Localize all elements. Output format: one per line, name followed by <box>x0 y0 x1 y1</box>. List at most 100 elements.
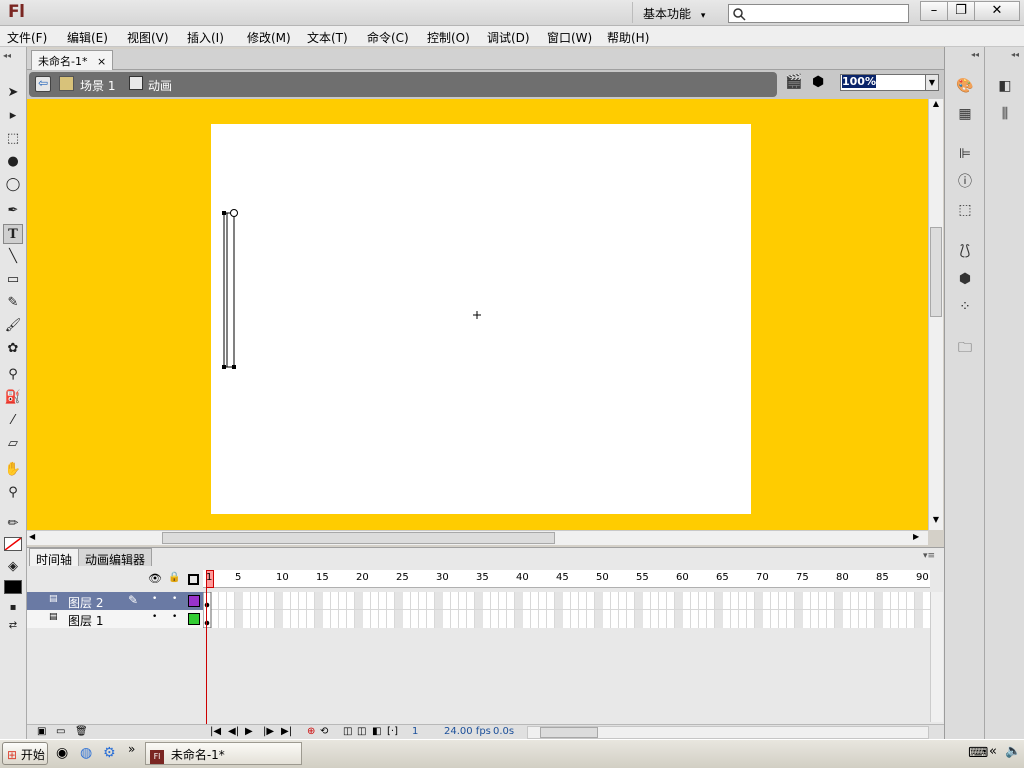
scroll-right-icon[interactable]: ▶ <box>913 532 925 544</box>
chrome-icon[interactable]: ◉ <box>56 745 68 761</box>
3d-rotation-icon[interactable]: ● <box>3 152 23 172</box>
visibility-dot[interactable]: • <box>152 612 157 622</box>
transform-icon[interactable]: ⬚ <box>954 199 976 221</box>
tab-timeline[interactable]: 时间轴 <box>29 548 80 567</box>
menu-file[interactable]: 文件(F) <box>7 29 47 46</box>
lock-dot[interactable]: • <box>172 612 177 622</box>
outline-all-icon[interactable] <box>188 574 199 585</box>
default-colors-icon[interactable]: ▪ <box>3 598 23 618</box>
browser-icon[interactable]: ◍ <box>80 745 92 761</box>
eyedropper-icon[interactable]: ⁄ <box>3 411 23 431</box>
swap-colors-icon[interactable]: ⇄ <box>3 616 23 636</box>
edit-symbols-icon[interactable]: ⬢ <box>812 74 832 94</box>
menu-insert[interactable]: 插入(I) <box>187 29 224 46</box>
timeline-scroll-thumb[interactable] <box>540 727 598 738</box>
paint-bucket-icon[interactable]: ⛽ <box>3 388 23 408</box>
taskbar-task-flash[interactable]: Fl 未命名-1* <box>145 742 302 765</box>
tab-motion-editor[interactable]: 动画编辑器 <box>78 548 153 567</box>
stroke-color-icon[interactable]: ✏ <box>3 514 23 534</box>
next-frame-icon[interactable]: |▶ <box>263 726 274 737</box>
scene-label[interactable]: 场景 1 <box>80 77 115 94</box>
menu-commands[interactable]: 命令(C) <box>367 29 409 46</box>
zoom-input[interactable]: 100% <box>840 74 926 91</box>
vertical-scroll-thumb[interactable] <box>930 227 942 317</box>
menu-view[interactable]: 视图(V) <box>127 29 169 46</box>
subselection-tool-icon[interactable]: ▸ <box>3 106 23 126</box>
minimize-button[interactable]: – <box>920 1 948 21</box>
library-icon[interactable]: 🗀 <box>954 337 976 359</box>
close-tab-icon[interactable]: × <box>97 55 106 68</box>
timeline-vertical-scrollbar[interactable] <box>930 592 943 722</box>
collapse-tools-icon[interactable]: ◂◂ <box>3 51 11 60</box>
free-transform-icon[interactable]: ⬚ <box>3 129 23 149</box>
stage-vertical-scrollbar[interactable]: ▲ ▼ <box>928 99 943 530</box>
zoom-dropdown-icon[interactable]: ▼ <box>925 74 939 91</box>
layer-row-1[interactable]: ▤ 图层 1 • • <box>27 610 203 628</box>
onion-skin-icon[interactable]: ◫ <box>343 726 352 737</box>
menu-edit[interactable]: 编辑(E) <box>67 29 108 46</box>
play-icon[interactable]: ▶ <box>245 726 253 737</box>
layer-name[interactable]: 图层 2 <box>68 594 103 611</box>
symbol-label[interactable]: 动画 <box>148 77 172 94</box>
layer-name[interactable]: 图层 1 <box>68 612 103 629</box>
collapse-dock-icon[interactable]: ◂◂ <box>1011 50 1019 59</box>
zoom-icon[interactable]: ⚲ <box>3 483 23 503</box>
layer-outline-color[interactable] <box>188 595 200 607</box>
show-hide-all-icon[interactable]: 👁 <box>148 572 162 585</box>
menu-modify[interactable]: 修改(M) <box>247 29 291 46</box>
frame-grid[interactable] <box>202 591 930 629</box>
menu-help[interactable]: 帮助(H) <box>607 29 649 46</box>
align-icon[interactable]: ⊫ <box>954 143 976 165</box>
tray-expand-icon[interactable]: « <box>989 744 997 759</box>
hand-icon[interactable]: ✋ <box>3 460 23 480</box>
motion-presets-icon[interactable]: ⁘ <box>954 296 976 318</box>
layer-row-2[interactable]: ▤ 图层 2 ✎ • • <box>27 592 203 610</box>
fill-color-swatch[interactable] <box>4 580 22 594</box>
swatches-icon[interactable]: ▦ <box>954 103 976 125</box>
help-search-input[interactable] <box>728 4 909 23</box>
last-frame-icon[interactable]: ▶| <box>281 726 292 737</box>
properties-icon[interactable]: ◧ <box>994 75 1016 97</box>
first-frame-icon[interactable]: |◀ <box>210 726 221 737</box>
new-layer-icon[interactable]: ▣ <box>37 726 46 737</box>
edit-multiple-frames-icon[interactable]: ◧ <box>372 726 381 737</box>
menu-window[interactable]: 窗口(W) <box>547 29 592 46</box>
frame-rate[interactable]: 24.00 fps <box>444 726 491 737</box>
pencil-icon[interactable]: ✎ <box>3 293 23 313</box>
components-icon[interactable]: ⬢ <box>954 268 976 290</box>
color-panel-icon[interactable]: 🎨 <box>954 75 976 97</box>
frame-ruler[interactable]: 1 5 10 15 20 25 30 35 40 45 50 55 60 65 … <box>203 570 930 588</box>
modify-markers-icon[interactable]: [·] <box>387 726 398 737</box>
stage-horizontal-scrollbar[interactable]: ◀ ▶ <box>27 530 928 545</box>
scroll-left-icon[interactable]: ◀ <box>29 532 41 544</box>
bone-icon[interactable]: ⚲ <box>3 365 23 385</box>
text-tool-icon[interactable]: T <box>3 224 23 244</box>
document-tab[interactable]: 未命名-1* × <box>31 50 113 70</box>
prev-frame-icon[interactable]: ◀| <box>228 726 239 737</box>
eraser-icon[interactable]: ▱ <box>3 434 23 454</box>
line-tool-icon[interactable]: ╲ <box>3 247 23 267</box>
keyboard-icon[interactable]: ⌨ <box>968 745 988 761</box>
lock-all-icon[interactable]: 🔒 <box>168 572 180 583</box>
lock-dot[interactable]: • <box>172 594 177 604</box>
deco-icon[interactable]: ✿ <box>3 339 23 359</box>
delete-layer-icon[interactable]: 🗑 <box>75 726 88 737</box>
start-button[interactable]: ⊞ 开始 <box>2 742 48 765</box>
show-more-icon[interactable]: » <box>128 742 135 756</box>
volume-icon[interactable]: 🔈 <box>1005 744 1021 759</box>
back-arrow-icon[interactable]: ⇦ <box>35 76 51 92</box>
rectangle-icon[interactable]: ▭ <box>3 270 23 290</box>
lasso-icon[interactable]: ◯ <box>3 175 23 195</box>
settings-icon[interactable]: ⚙ <box>103 745 116 761</box>
fill-color-icon[interactable]: ◈ <box>3 557 23 577</box>
selection-tool-icon[interactable]: ➤ <box>3 83 23 103</box>
loop-icon[interactable]: ⟲ <box>320 726 328 737</box>
workspace-switcher[interactable]: 基本功能 ▾ <box>632 2 718 23</box>
menu-text[interactable]: 文本(T) <box>307 29 348 46</box>
current-frame[interactable]: 1 <box>412 726 418 737</box>
edit-scene-icon[interactable]: 🎬 <box>785 74 805 94</box>
visibility-dot[interactable]: • <box>152 594 157 604</box>
stroke-color-swatch[interactable] <box>4 537 22 551</box>
scroll-up-icon[interactable]: ▲ <box>930 99 942 113</box>
pen-icon[interactable]: ✒ <box>3 201 23 221</box>
